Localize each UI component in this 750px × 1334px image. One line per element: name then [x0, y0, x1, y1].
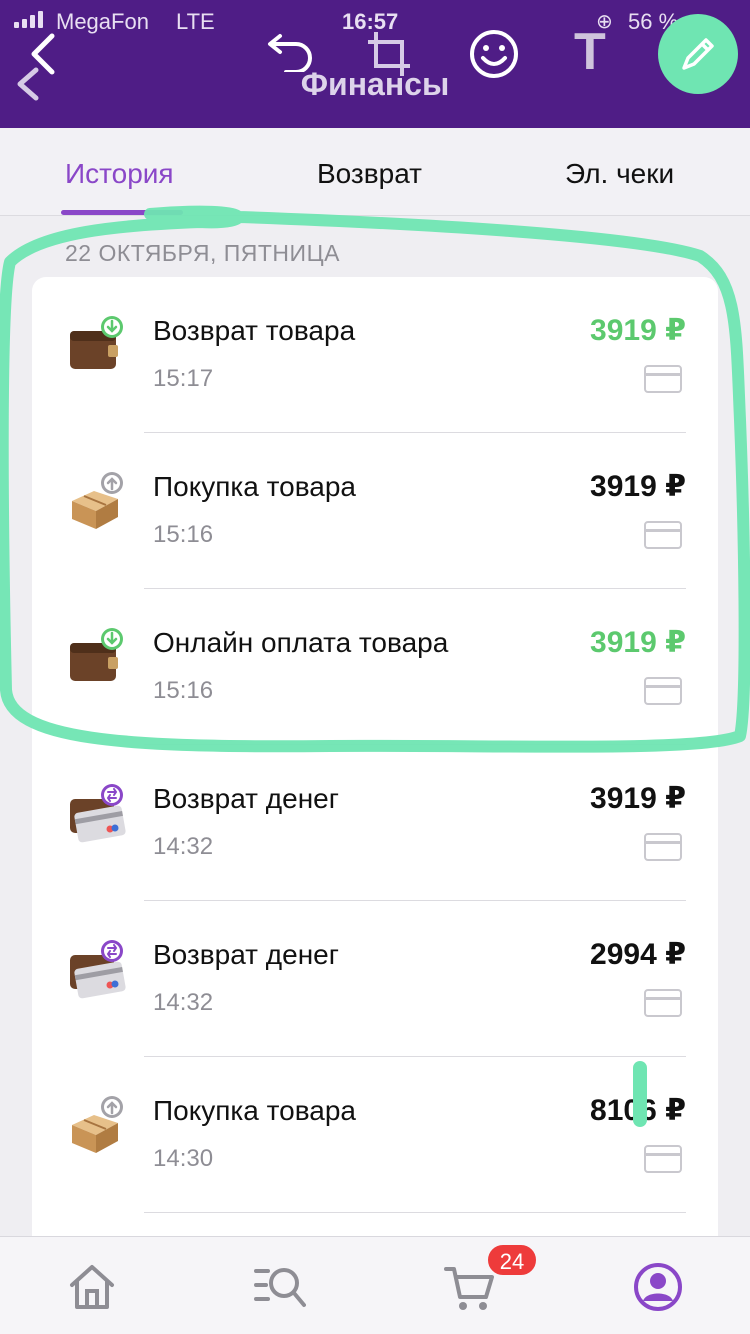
pen-button[interactable] — [658, 14, 738, 94]
transaction-title: Покупка товара — [153, 471, 356, 502]
tab-e-receipts[interactable]: Эл. чеки — [565, 158, 674, 190]
transaction-row[interactable]: Возврат товара 15:17 3919 ₽ — [32, 277, 718, 433]
network-type: LTE — [176, 9, 215, 34]
profile-icon[interactable] — [632, 1261, 684, 1313]
transaction-amount: 3919 ₽ — [590, 626, 686, 659]
transaction-row[interactable]: Покупка товара 15:16 3919 ₽ — [32, 433, 718, 589]
transaction-row[interactable]: Онлайн оплата товара 15:16 3919 ₽ — [32, 589, 718, 745]
home-icon[interactable] — [66, 1261, 118, 1313]
transaction-row[interactable]: Покупка товара 14:30 8106 ₽ — [32, 1057, 718, 1213]
payment-card-icon — [644, 989, 682, 1017]
payment-card-icon — [644, 677, 682, 705]
transaction-row[interactable]: Возврат денег 14:32 3919 ₽ — [32, 745, 718, 901]
active-tab-indicator — [61, 210, 183, 215]
transaction-title: Возврат денег — [153, 939, 339, 970]
card-refund-icon — [68, 783, 128, 843]
transaction-title: Покупка товара — [153, 1095, 356, 1126]
bottom-nav: 24 — [0, 1236, 750, 1334]
transaction-time: 14:32 — [153, 833, 214, 860]
transaction-time: 15:16 — [153, 677, 214, 704]
row-divider — [144, 1212, 686, 1213]
section-date: 22 ОКТЯБРЯ, ПЯТНИЦА — [65, 240, 340, 266]
transaction-title: Онлайн оплата товара — [153, 627, 449, 658]
transaction-time: 15:16 — [153, 521, 214, 548]
tab-refund[interactable]: Возврат — [317, 158, 422, 190]
transaction-amount: 3919 ₽ — [590, 314, 686, 347]
transaction-amount: 2994 ₽ — [590, 938, 686, 971]
wallet-download-icon — [68, 627, 128, 687]
transaction-time: 14:30 — [153, 1145, 214, 1172]
crop-icon[interactable] — [364, 28, 416, 80]
undo-icon[interactable] — [266, 28, 318, 72]
tab-history[interactable]: История — [65, 158, 174, 190]
transaction-row[interactable]: Возврат денег 14:32 2994 ₽ — [32, 901, 718, 1057]
wallet-download-icon — [68, 315, 128, 375]
transaction-amount: 8106 ₽ — [590, 1094, 686, 1127]
catalog-search-icon[interactable] — [254, 1261, 306, 1313]
payment-card-icon — [644, 365, 682, 393]
transaction-title: Возврат денег — [153, 783, 339, 814]
emoji-icon[interactable] — [468, 28, 520, 80]
transactions-card: Возврат товара 15:17 3919 ₽ Покупка това… — [32, 277, 718, 1277]
card-refund-icon — [68, 939, 128, 999]
tab-bar: История Возврат Эл. чеки — [0, 128, 750, 216]
cart-count-badge: 24 — [486, 1243, 538, 1277]
payment-card-icon — [644, 521, 682, 549]
transaction-amount: 3919 ₽ — [590, 782, 686, 815]
box-upload-icon — [68, 1095, 128, 1155]
top-header: MegaFon LTE 16:57 ⊕ 56 % Финансы T — [0, 0, 750, 128]
payment-card-icon — [644, 833, 682, 861]
transaction-title: Возврат товара — [153, 315, 356, 346]
transaction-time: 15:17 — [153, 365, 214, 392]
payment-card-icon — [644, 1145, 682, 1173]
transaction-amount: 3919 ₽ — [590, 470, 686, 503]
text-tool-icon[interactable]: T — [574, 26, 606, 78]
pen-icon — [682, 38, 714, 70]
box-upload-icon — [68, 471, 128, 531]
transaction-time: 14:32 — [153, 989, 214, 1016]
